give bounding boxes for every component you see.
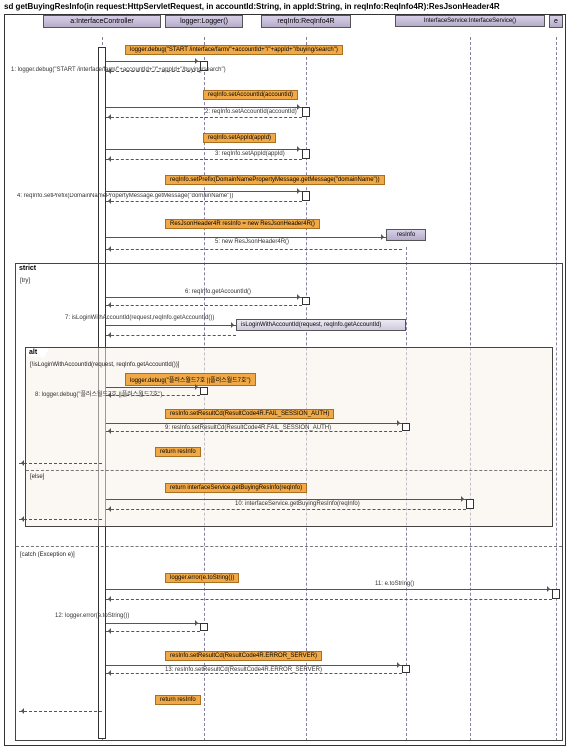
activation-req-4 — [302, 191, 310, 201]
msg3-num: 3: reqInfo.setAppId(appId) — [215, 151, 285, 157]
msg3-return — [106, 159, 302, 160]
msg6-num: 6: reqInfo.getAccountId() — [185, 289, 251, 295]
ret1-arrow — [19, 463, 102, 464]
fragment-else-guard: [else] — [30, 474, 44, 480]
fragment-alt-divider — [26, 470, 552, 471]
lifeline-e: e — [549, 15, 563, 28]
msg9-return — [106, 431, 402, 432]
msg11-num: 11: e.toString() — [375, 581, 414, 587]
lifeline-service: InterfaceService:InterfaceService() — [395, 15, 545, 27]
msg13-arrow — [106, 665, 402, 666]
fragment-try-guard: [try] — [20, 278, 30, 284]
msg8-num: 8: logger.debug("플러스월드7호 ||플러스월드7호") — [35, 389, 162, 398]
msg10-num: 10: interfaceService.getBuyingResInfo(re… — [235, 501, 360, 507]
msg2-num: 2: reqInfo.setAccountId(accountId) — [205, 109, 297, 115]
lifeline-reqinfo: reqInfo:ReqInfo4R — [261, 15, 351, 28]
msg3-arrow — [106, 149, 302, 150]
activation-req-6 — [302, 297, 310, 305]
fragment-catch-guard: [catch (Exception e)] — [20, 552, 75, 558]
msg10-label: return interfaceService.getBuyingResInfo… — [165, 483, 307, 493]
msg1-return — [106, 71, 200, 72]
msg6-arrow — [106, 297, 302, 298]
activation-logger-12 — [200, 623, 208, 631]
activation-req-2 — [302, 107, 310, 117]
msg8-return — [106, 395, 200, 396]
fragment-try-divider — [16, 546, 562, 547]
msg12-num: 12: logger.error(e.toString()) — [55, 613, 129, 619]
msg4-arrow — [106, 191, 302, 192]
msg8-label: logger.debug("플러스월드7호 ||플러스월드7호") — [125, 373, 256, 386]
msg2-label: reqInfo.setAccountId(accountId) — [203, 90, 298, 100]
activation-req-3 — [302, 149, 310, 159]
ret2-arrow — [19, 711, 102, 712]
activation-res-13 — [402, 665, 410, 673]
msg5-num: 5: new ResJsonHeader4R() — [215, 239, 289, 245]
lifeline-controller: a:InterfaceController — [43, 15, 161, 28]
msg5-label: ResJsonHeader4R resInfo = new ResJsonHea… — [165, 219, 320, 229]
ret2-label: return resInfo — [155, 695, 201, 705]
activation-svc-10 — [466, 499, 474, 509]
lifeline-logger: logger:Logger() — [165, 15, 243, 28]
msg7-ref: isLoginWithAccountId(request, reqInfo.ge… — [236, 319, 406, 331]
msg12-return — [106, 631, 200, 632]
msg10-return — [106, 509, 466, 510]
msg13-label: resInfo.setResultCd(ResultCode4R.ERROR_S… — [165, 651, 322, 661]
msg7-num: 7: isLoginWithAccountId(request,reqInfo.… — [65, 315, 214, 321]
fragment-try-label: strict — [15, 263, 42, 273]
activation-res-9 — [402, 423, 410, 431]
diagram-title: sd getBuyingResInfo(in request:HttpServl… — [4, 2, 500, 11]
msg4-return — [106, 201, 302, 202]
activation-logger-8 — [200, 387, 208, 395]
msg5-return — [106, 249, 402, 250]
msg3-label: reqInfo.setAppId(appId) — [203, 133, 276, 143]
msg1-num: 1: logger.debug("START /interface/farm/"… — [11, 67, 226, 73]
activation-e-11 — [552, 589, 560, 599]
ret1-label: return resInfo — [155, 447, 201, 457]
msg10-arrow — [106, 499, 466, 500]
msg2-arrow — [106, 107, 302, 108]
msg9-label: resInfo.setResultCd(ResultCode4R.FAIL_SE… — [165, 409, 334, 419]
msg1-arrow — [106, 61, 200, 62]
msg5-arrow — [106, 237, 386, 238]
msg6-return — [106, 305, 302, 306]
msg13-return — [106, 673, 402, 674]
msg4-label: reqInfo.setPrefix(DomainNamePropertyMess… — [165, 175, 385, 185]
msg2-return — [106, 117, 302, 118]
fragment-alt-label: alt — [25, 347, 43, 357]
msg1-label: logger.debug("START /interface/farm/"+ac… — [125, 45, 343, 55]
diagram-frame: a:InterfaceController logger:Logger() re… — [4, 14, 566, 746]
msg8-arrow — [106, 387, 200, 388]
msg9-arrow — [106, 423, 402, 424]
msg7-return — [106, 335, 236, 336]
msg12-arrow — [106, 623, 200, 624]
msg11-arrow — [106, 589, 552, 590]
msg4-num: 4: reqInfo.setPrefix(DomainNamePropertyM… — [17, 193, 233, 199]
fragment-alt-guard: [!isLoginWithAccountId(request, reqInfo.… — [30, 362, 179, 368]
msg11-label: logger.error(e.toString()) — [165, 573, 239, 583]
msg7-arrow — [106, 325, 236, 326]
ret-else-arrow — [19, 519, 102, 520]
msg11-return — [106, 599, 552, 600]
resinfo-object: resInfo — [386, 229, 426, 241]
